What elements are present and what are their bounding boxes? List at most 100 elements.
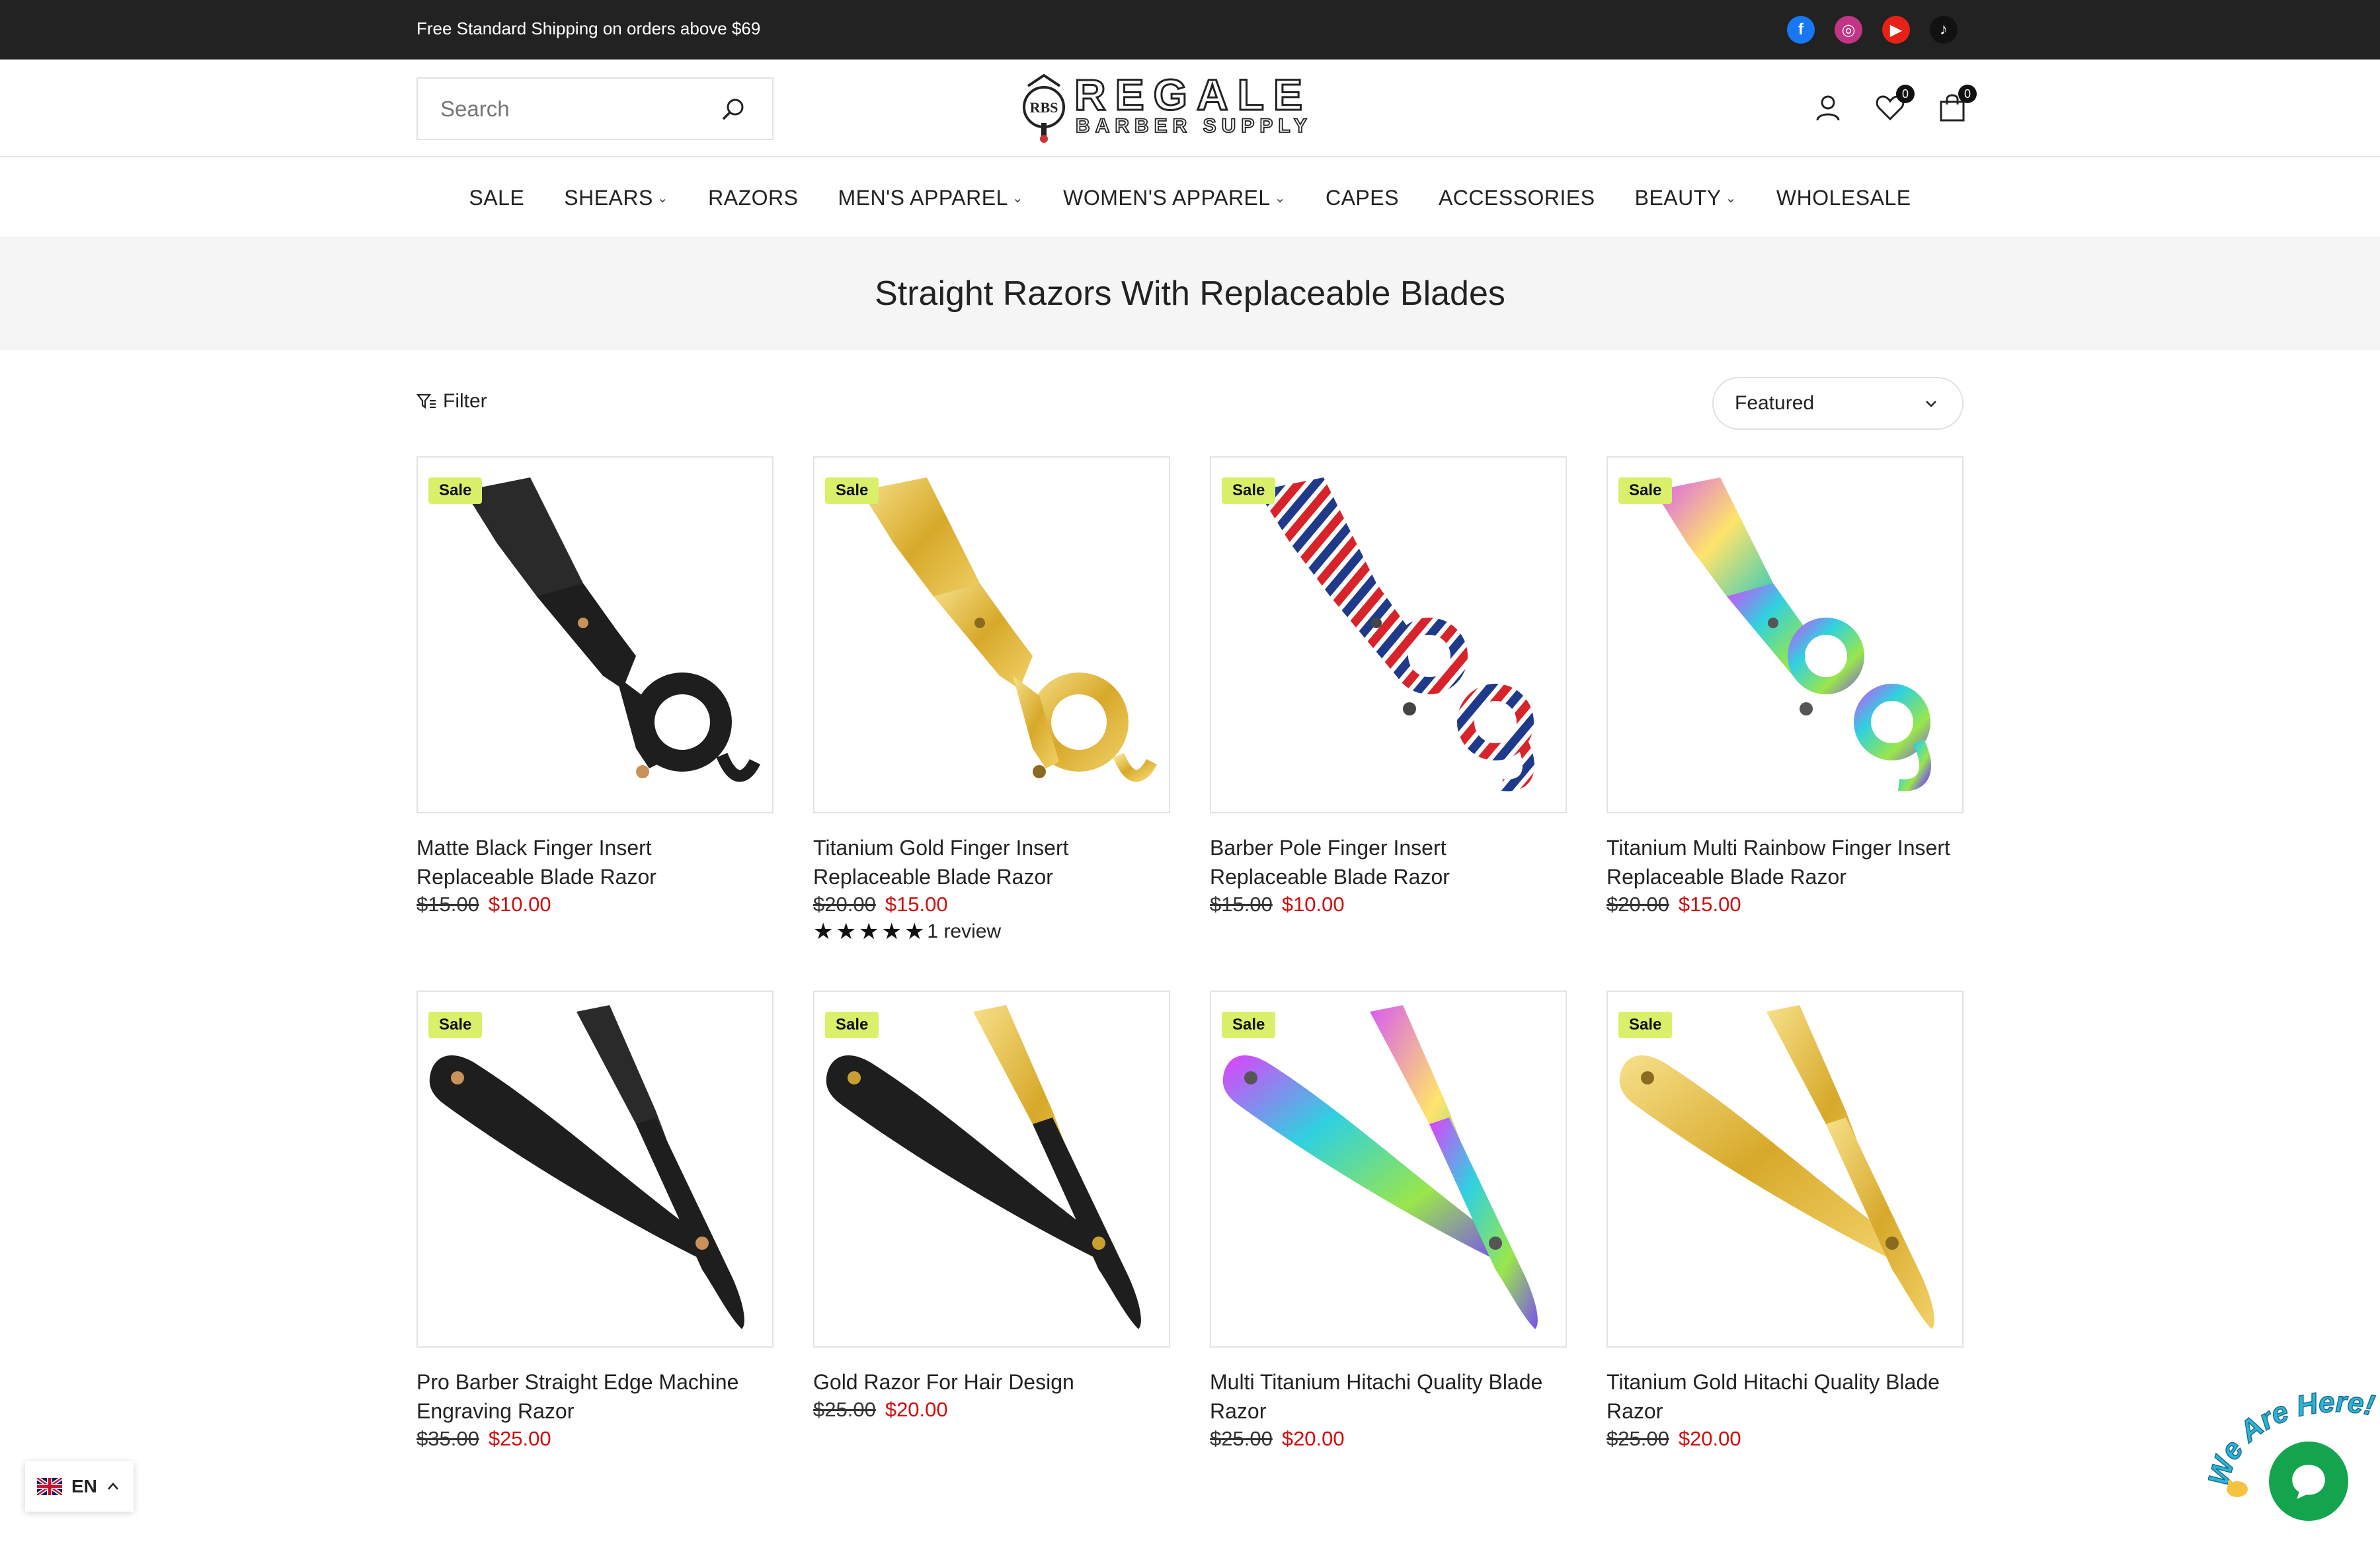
nav-item-label: BEAUTY: [1634, 185, 1722, 210]
product-price: $35.00 $25.00: [416, 1427, 774, 1451]
product-price: $25.00 $20.00: [1210, 1427, 1567, 1451]
product-card[interactable]: Sale Titanium Gold Finger Insert Replace…: [813, 456, 1170, 991]
product-image-illustration: [1619, 1005, 1934, 1329]
account-icon[interactable]: [1811, 91, 1844, 124]
product-image[interactable]: Sale: [813, 991, 1170, 1348]
product-image-illustration: [1257, 477, 1534, 792]
sale-badge: Sale: [825, 1012, 879, 1038]
star-icon: ★: [813, 919, 834, 944]
product-image[interactable]: Sale: [416, 456, 774, 813]
wishlist-button[interactable]: 0: [1874, 85, 1915, 124]
product-image[interactable]: Sale: [1606, 991, 1964, 1348]
search-icon[interactable]: [721, 96, 747, 122]
chevron-down-icon: ⌄: [656, 190, 669, 206]
product-title[interactable]: Titanium Multi Rainbow Finger Insert Rep…: [1606, 833, 1964, 891]
product-title[interactable]: Pro Barber Straight Edge Machine Engravi…: [416, 1367, 774, 1426]
product-card[interactable]: Sale Barber Pole Finger Insert Replaceab…: [1210, 456, 1567, 991]
language-code: EN: [71, 1476, 97, 1496]
sale-badge: Sale: [1222, 477, 1276, 504]
waving-hand-icon: [2227, 1480, 2248, 1497]
site-logo[interactable]: RBS REGALE BARBER SUPPLY: [1015, 66, 1365, 145]
sale-badge: Sale: [1222, 1012, 1276, 1038]
sale-price: $20.00: [885, 1398, 948, 1421]
nav-item-razors[interactable]: RAZORS: [708, 186, 798, 210]
star-icon: ★: [881, 919, 902, 944]
chevron-down-icon: [1926, 401, 1936, 407]
compare-at-price: $25.00: [813, 1398, 876, 1421]
search-input[interactable]: [418, 79, 715, 139]
product-image[interactable]: Sale: [416, 991, 774, 1348]
product-image-illustration: [826, 1005, 1141, 1329]
product-image-illustration: [1654, 477, 1931, 792]
nav-item-label: WOMEN'S APPAREL: [1063, 185, 1271, 210]
sale-price: $10.00: [1281, 893, 1345, 916]
nav-item-accessories[interactable]: ACCESSORIES: [1439, 186, 1595, 210]
language-selector[interactable]: EN: [25, 1461, 134, 1512]
product-card[interactable]: Sale Matte Black Finger Insert Replaceab…: [416, 456, 774, 991]
compare-at-price: $25.00: [1210, 1427, 1273, 1450]
chat-open-button[interactable]: [2269, 1442, 2348, 1521]
product-title[interactable]: Gold Razor For Hair Design: [813, 1367, 1170, 1397]
product-title[interactable]: Matte Black Finger Insert Replaceable Bl…: [416, 833, 774, 891]
review-count: 1 review: [927, 920, 1002, 942]
product-image[interactable]: Sale: [1210, 991, 1567, 1348]
product-image[interactable]: Sale: [1606, 456, 1964, 813]
product-card[interactable]: Sale Titanium Multi Rainbow Finger Inser…: [1606, 456, 1964, 991]
product-card[interactable]: Sale Multi Titanium Hitachi Quality Blad…: [1210, 991, 1567, 1525]
product-title[interactable]: Multi Titanium Hitachi Quality Blade Raz…: [1210, 1367, 1567, 1426]
wishlist-count-badge: 0: [1896, 85, 1915, 103]
nav-item-wholesale[interactable]: WHOLESALE: [1776, 186, 1911, 210]
product-title[interactable]: Titanium Gold Finger Insert Replaceable …: [813, 833, 1170, 891]
nav-item-shears[interactable]: SHEARS ⌄: [564, 186, 668, 210]
sale-badge: Sale: [1618, 1012, 1673, 1038]
nav-item-label: CAPES: [1325, 185, 1399, 210]
announcement-text: Free Standard Shipping on orders above $…: [416, 19, 761, 38]
product-price: $15.00 $10.00: [1210, 893, 1567, 916]
sale-badge: Sale: [428, 477, 483, 504]
compare-at-price: $15.00: [1210, 893, 1273, 916]
product-card[interactable]: Sale Titanium Gold Hitachi Quality Blade…: [1606, 991, 1964, 1525]
product-image-illustration: [464, 477, 761, 782]
chevron-up-icon: [107, 1483, 118, 1490]
collection-header: Straight Razors With Replaceable Blades: [0, 237, 2380, 350]
filter-icon: [416, 393, 436, 409]
sort-select[interactable]: Featured: [1712, 377, 1964, 430]
nav-item-label: ACCESSORIES: [1438, 185, 1595, 210]
sale-badge: Sale: [428, 1012, 483, 1038]
nav-item-men-s-apparel[interactable]: MEN'S APPAREL ⌄: [838, 186, 1023, 210]
instagram-icon[interactable]: ◎: [1835, 16, 1862, 44]
product-card[interactable]: Sale Pro Barber Straight Edge Machine En…: [416, 991, 774, 1525]
product-title[interactable]: Barber Pole Finger Insert Replaceable Bl…: [1210, 833, 1567, 891]
sale-badge: Sale: [1618, 477, 1673, 504]
product-image[interactable]: Sale: [813, 456, 1170, 813]
nav-item-women-s-apparel[interactable]: WOMEN'S APPAREL ⌄: [1063, 186, 1286, 210]
chat-widget[interactable]: We Are Here!: [2208, 1389, 2380, 1546]
product-title[interactable]: Titanium Gold Hitachi Quality Blade Razo…: [1606, 1367, 1964, 1426]
compare-at-price: $15.00: [416, 893, 479, 916]
cart-button[interactable]: 0: [1936, 85, 1977, 124]
main-navigation: SALE SHEARS ⌄ RAZORS MEN'S APPAREL ⌄ WOMEN'S A…: [0, 159, 2380, 237]
filter-button[interactable]: Filter: [416, 390, 487, 413]
filter-label: Filter: [443, 390, 487, 412]
nav-item-sale[interactable]: SALE: [469, 186, 524, 210]
product-card[interactable]: Sale Gold Razor For Hair Design $25.00 $…: [813, 991, 1170, 1525]
nav-item-beauty[interactable]: BEAUTY ⌄: [1635, 186, 1737, 210]
product-price: $25.00 $20.00: [1606, 1427, 1964, 1451]
sale-price: $15.00: [1678, 893, 1741, 916]
uk-flag-icon: [37, 1478, 62, 1495]
header-actions: 0 0: [1811, 85, 1977, 124]
nav-item-label: MEN'S APPAREL: [838, 185, 1008, 210]
tiktok-icon[interactable]: ♪: [1930, 16, 1958, 44]
nav-item-capes[interactable]: CAPES: [1326, 186, 1399, 210]
facebook-icon[interactable]: f: [1787, 16, 1815, 44]
youtube-icon[interactable]: ▶: [1882, 16, 1910, 44]
product-rating[interactable]: ★ ★ ★ ★ ★ 1 review: [813, 920, 1170, 943]
star-icon: ★: [858, 919, 879, 944]
product-image[interactable]: Sale: [1210, 456, 1567, 813]
nav-item-label: SALE: [469, 185, 525, 210]
site-header: RBS REGALE BARBER SUPPLY 0 0: [0, 60, 2380, 157]
sort-selected-value: Featured: [1735, 392, 1815, 414]
chevron-down-icon: ⌄: [1274, 190, 1286, 206]
sale-price: $15.00: [885, 893, 948, 916]
sale-price: $10.00: [488, 893, 551, 916]
